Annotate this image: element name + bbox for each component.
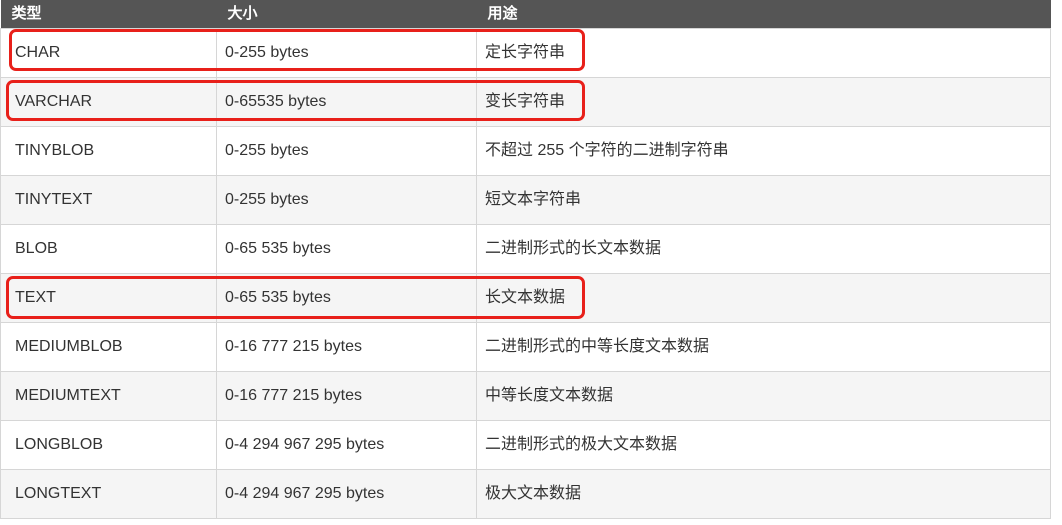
table-row: VARCHAR 0-65535 bytes 变长字符串 bbox=[0, 77, 1051, 127]
cell-type: TEXT bbox=[0, 273, 217, 323]
table-row: TINYTEXT 0-255 bytes 短文本字符串 bbox=[0, 175, 1051, 225]
cell-usage: 极大文本数据 bbox=[476, 469, 1051, 519]
cell-type: BLOB bbox=[0, 224, 217, 274]
table-row: CHAR 0-255 bytes 定长字符串 bbox=[0, 28, 1051, 78]
cell-size: 0-65 535 bytes bbox=[216, 273, 477, 323]
cell-usage: 中等长度文本数据 bbox=[476, 371, 1051, 421]
table-row: MEDIUMBLOB 0-16 777 215 bytes 二进制形式的中等长度… bbox=[0, 322, 1051, 372]
cell-type: VARCHAR bbox=[0, 77, 217, 127]
cell-usage: 长文本数据 bbox=[476, 273, 1051, 323]
table-row: BLOB 0-65 535 bytes 二进制形式的长文本数据 bbox=[0, 224, 1051, 274]
cell-size: 0-255 bytes bbox=[216, 28, 477, 78]
cell-size: 0-16 777 215 bytes bbox=[216, 371, 477, 421]
cell-size: 0-4 294 967 295 bytes bbox=[216, 469, 477, 519]
cell-usage: 短文本字符串 bbox=[476, 175, 1051, 225]
cell-type: MEDIUMTEXT bbox=[0, 371, 217, 421]
cell-type: TINYTEXT bbox=[0, 175, 217, 225]
cell-usage: 定长字符串 bbox=[476, 28, 1051, 78]
cell-size: 0-65535 bytes bbox=[216, 77, 477, 127]
cell-usage: 二进制形式的极大文本数据 bbox=[476, 420, 1051, 470]
cell-type: CHAR bbox=[0, 28, 217, 78]
table-body: CHAR 0-255 bytes 定长字符串 VARCHAR 0-65535 b… bbox=[0, 28, 1051, 519]
table-row: MEDIUMTEXT 0-16 777 215 bytes 中等长度文本数据 bbox=[0, 371, 1051, 421]
mysql-string-types-table: 类型 大小 用途 CHAR 0-255 bytes 定长字符串 VARCHAR … bbox=[0, 0, 1051, 519]
cell-size: 0-4 294 967 295 bytes bbox=[216, 420, 477, 470]
cell-usage: 二进制形式的中等长度文本数据 bbox=[476, 322, 1051, 372]
cell-size: 0-16 777 215 bytes bbox=[216, 322, 477, 372]
cell-type: LONGBLOB bbox=[0, 420, 217, 470]
cell-usage: 变长字符串 bbox=[476, 77, 1051, 127]
header-usage: 用途 bbox=[476, 0, 1051, 29]
header-size: 大小 bbox=[216, 0, 477, 29]
cell-size: 0-255 bytes bbox=[216, 175, 477, 225]
table-header: 类型 大小 用途 bbox=[0, 0, 1051, 29]
cell-type: LONGTEXT bbox=[0, 469, 217, 519]
cell-size: 0-255 bytes bbox=[216, 126, 477, 176]
table-row: TEXT 0-65 535 bytes 长文本数据 bbox=[0, 273, 1051, 323]
header-row: 类型 大小 用途 bbox=[0, 0, 1051, 29]
table-row: TINYBLOB 0-255 bytes 不超过 255 个字符的二进制字符串 bbox=[0, 126, 1051, 176]
cell-usage: 不超过 255 个字符的二进制字符串 bbox=[476, 126, 1051, 176]
cell-usage: 二进制形式的长文本数据 bbox=[476, 224, 1051, 274]
table-row: LONGBLOB 0-4 294 967 295 bytes 二进制形式的极大文… bbox=[0, 420, 1051, 470]
cell-type: MEDIUMBLOB bbox=[0, 322, 217, 372]
table-row: LONGTEXT 0-4 294 967 295 bytes 极大文本数据 bbox=[0, 469, 1051, 519]
cell-type: TINYBLOB bbox=[0, 126, 217, 176]
header-type: 类型 bbox=[0, 0, 217, 29]
cell-size: 0-65 535 bytes bbox=[216, 224, 477, 274]
